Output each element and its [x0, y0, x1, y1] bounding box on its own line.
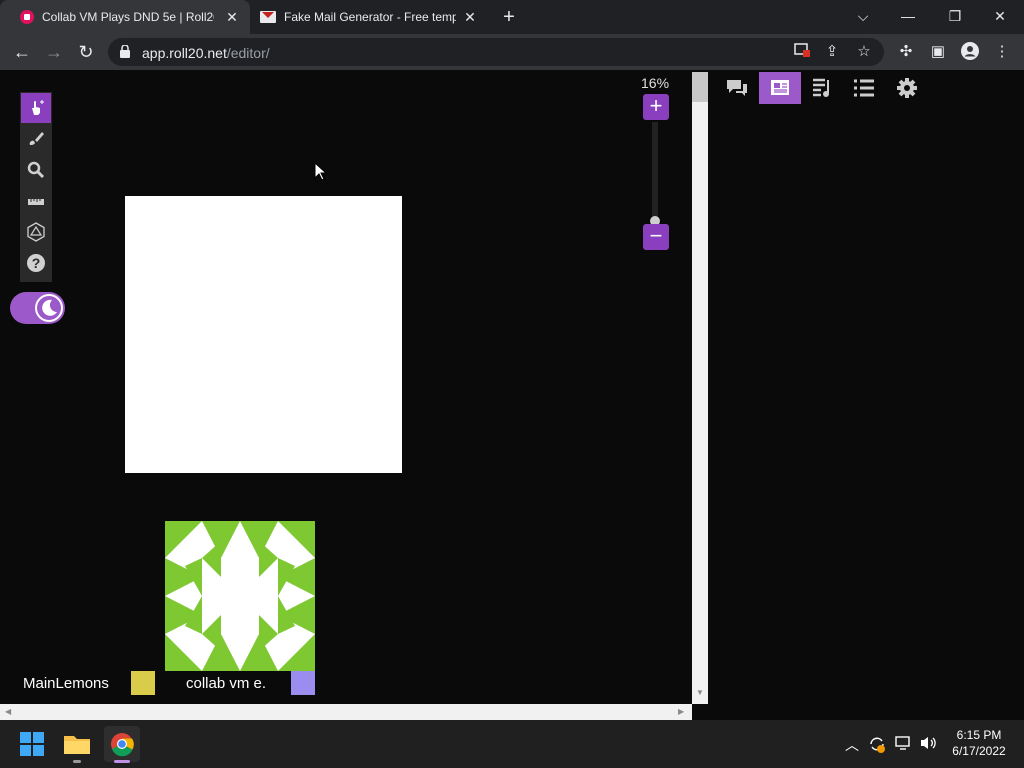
tab-search-chevron-icon[interactable]: ⌵ [845, 4, 881, 28]
draw-tool[interactable] [21, 124, 51, 154]
tab-close-icon[interactable]: ✕ [224, 9, 240, 26]
system-clock[interactable]: 6:15 PM 6/17/2022 [944, 727, 1014, 759]
folder-icon [64, 736, 90, 754]
tab-roll20[interactable]: Collab VM Plays DND 5e | Roll20 ✕ [0, 0, 250, 34]
windows-taskbar: ︿ [0, 720, 1024, 768]
zoom-tool[interactable] [21, 155, 51, 185]
chat-bubbles-icon [727, 80, 747, 96]
svg-text:?: ? [32, 255, 41, 271]
back-button[interactable]: ← [10, 40, 34, 64]
measure-tool[interactable] [21, 186, 51, 216]
volume-icon[interactable] [919, 735, 939, 756]
player-color-swatch [131, 671, 155, 695]
toggle-knob [35, 294, 63, 322]
minimize-button[interactable]: — [890, 4, 926, 28]
tab-title: Collab VM Plays DND 5e | Roll20 [42, 10, 214, 24]
chrome-logo-icon [111, 733, 134, 757]
tab-chat[interactable] [716, 72, 758, 104]
player-color-swatch [291, 671, 315, 695]
extensions-puzzle-icon[interactable]: ✣ [896, 42, 916, 62]
moon-icon [42, 299, 57, 316]
blocked-popup-icon[interactable] [792, 42, 812, 62]
player-name: MainLemons [10, 671, 130, 697]
zoom-out-button[interactable]: − [643, 224, 669, 250]
tab-collection[interactable] [843, 72, 885, 104]
dice-tool[interactable] [21, 217, 51, 247]
address-bar[interactable]: app.roll20.net/editor/ ⇪ ☆ [108, 38, 884, 66]
music-list-icon [813, 78, 829, 97]
canvas-horizontal-scrollbar[interactable]: ◀ ▶ [0, 704, 692, 720]
right-sidebar [708, 72, 1024, 720]
zoom-level: 16% [641, 75, 670, 91]
scroll-down-icon[interactable]: ▼ [696, 688, 704, 697]
browser-menu-icon[interactable]: ⋮ [992, 42, 1012, 62]
close-window-button[interactable]: ✕ [982, 4, 1018, 28]
windows-logo-icon [20, 732, 44, 756]
help-question-icon: ? [27, 254, 45, 272]
zoom-slider-track[interactable] [652, 122, 658, 222]
list-icon [854, 79, 874, 97]
clock-date: 6/17/2022 [952, 744, 1006, 758]
new-tab-button[interactable]: + [498, 6, 520, 28]
map-page-white[interactable] [125, 196, 402, 473]
side-panel-icon[interactable]: ▣ [928, 42, 948, 62]
mouse-cursor-icon [314, 162, 326, 181]
tab-title: Fake Mail Generator - Free temp [284, 10, 456, 24]
ruler-icon [28, 199, 44, 205]
d20-icon [27, 222, 45, 242]
active-indicator [114, 760, 130, 763]
show-hidden-icons-chevron-icon[interactable]: ︿ [845, 735, 859, 755]
tab-compendium[interactable] [801, 72, 843, 104]
player-token-pattern[interactable] [165, 521, 315, 671]
newspaper-icon [771, 80, 789, 95]
profile-avatar-icon[interactable] [960, 42, 980, 62]
reload-button[interactable]: ↻ [74, 40, 98, 64]
tool-palette: ? [20, 92, 52, 282]
canvas-vertical-scrollbar[interactable]: ▲ ▼ [692, 72, 708, 704]
zoom-in-button[interactable]: + [643, 94, 669, 120]
running-indicator [73, 760, 81, 763]
clock-time: 6:15 PM [956, 728, 1002, 742]
browser-tab-strip: Collab VM Plays DND 5e | Roll20 ✕ Fake M… [0, 0, 1024, 34]
lock-icon [120, 45, 130, 58]
tab-fake-mail[interactable]: Fake Mail Generator - Free temp ✕ [250, 0, 488, 34]
start-button[interactable] [16, 728, 48, 760]
tab-close-icon[interactable]: ✕ [462, 9, 478, 26]
brush-icon [29, 132, 44, 145]
sync-icon[interactable] [867, 734, 887, 759]
chrome-taskbar-button[interactable] [104, 726, 140, 762]
network-icon[interactable] [895, 735, 913, 756]
identicon-image [165, 521, 315, 671]
tab-settings[interactable] [886, 72, 928, 104]
mail-favicon-icon [260, 11, 276, 23]
file-explorer-button[interactable] [61, 728, 93, 760]
url-text: app.roll20.net/editor/ [142, 45, 270, 61]
roll20-favicon-icon [20, 10, 34, 24]
dark-mode-toggle[interactable] [10, 292, 65, 324]
bookmark-star-icon[interactable]: ☆ [854, 42, 874, 62]
forward-button[interactable]: → [42, 40, 66, 64]
restore-button[interactable]: ❐ [937, 4, 973, 28]
help-tool[interactable]: ? [21, 248, 51, 278]
scroll-right-icon[interactable]: ▶ [678, 707, 684, 716]
scroll-left-icon[interactable]: ◀ [5, 707, 11, 716]
player-name: collab vm e. [170, 671, 290, 697]
share-icon[interactable]: ⇪ [822, 42, 842, 62]
browser-toolbar: ← → ↻ app.roll20.net/editor/ ⇪ ☆ ✣ ▣ ⋮ [0, 34, 1024, 70]
tab-journal[interactable] [759, 72, 801, 104]
hand-pointer-icon [32, 100, 44, 115]
select-pan-tool[interactable] [21, 93, 51, 123]
scroll-thumb[interactable] [692, 72, 708, 102]
gear-icon [897, 78, 917, 98]
magnifier-icon [27, 161, 45, 179]
